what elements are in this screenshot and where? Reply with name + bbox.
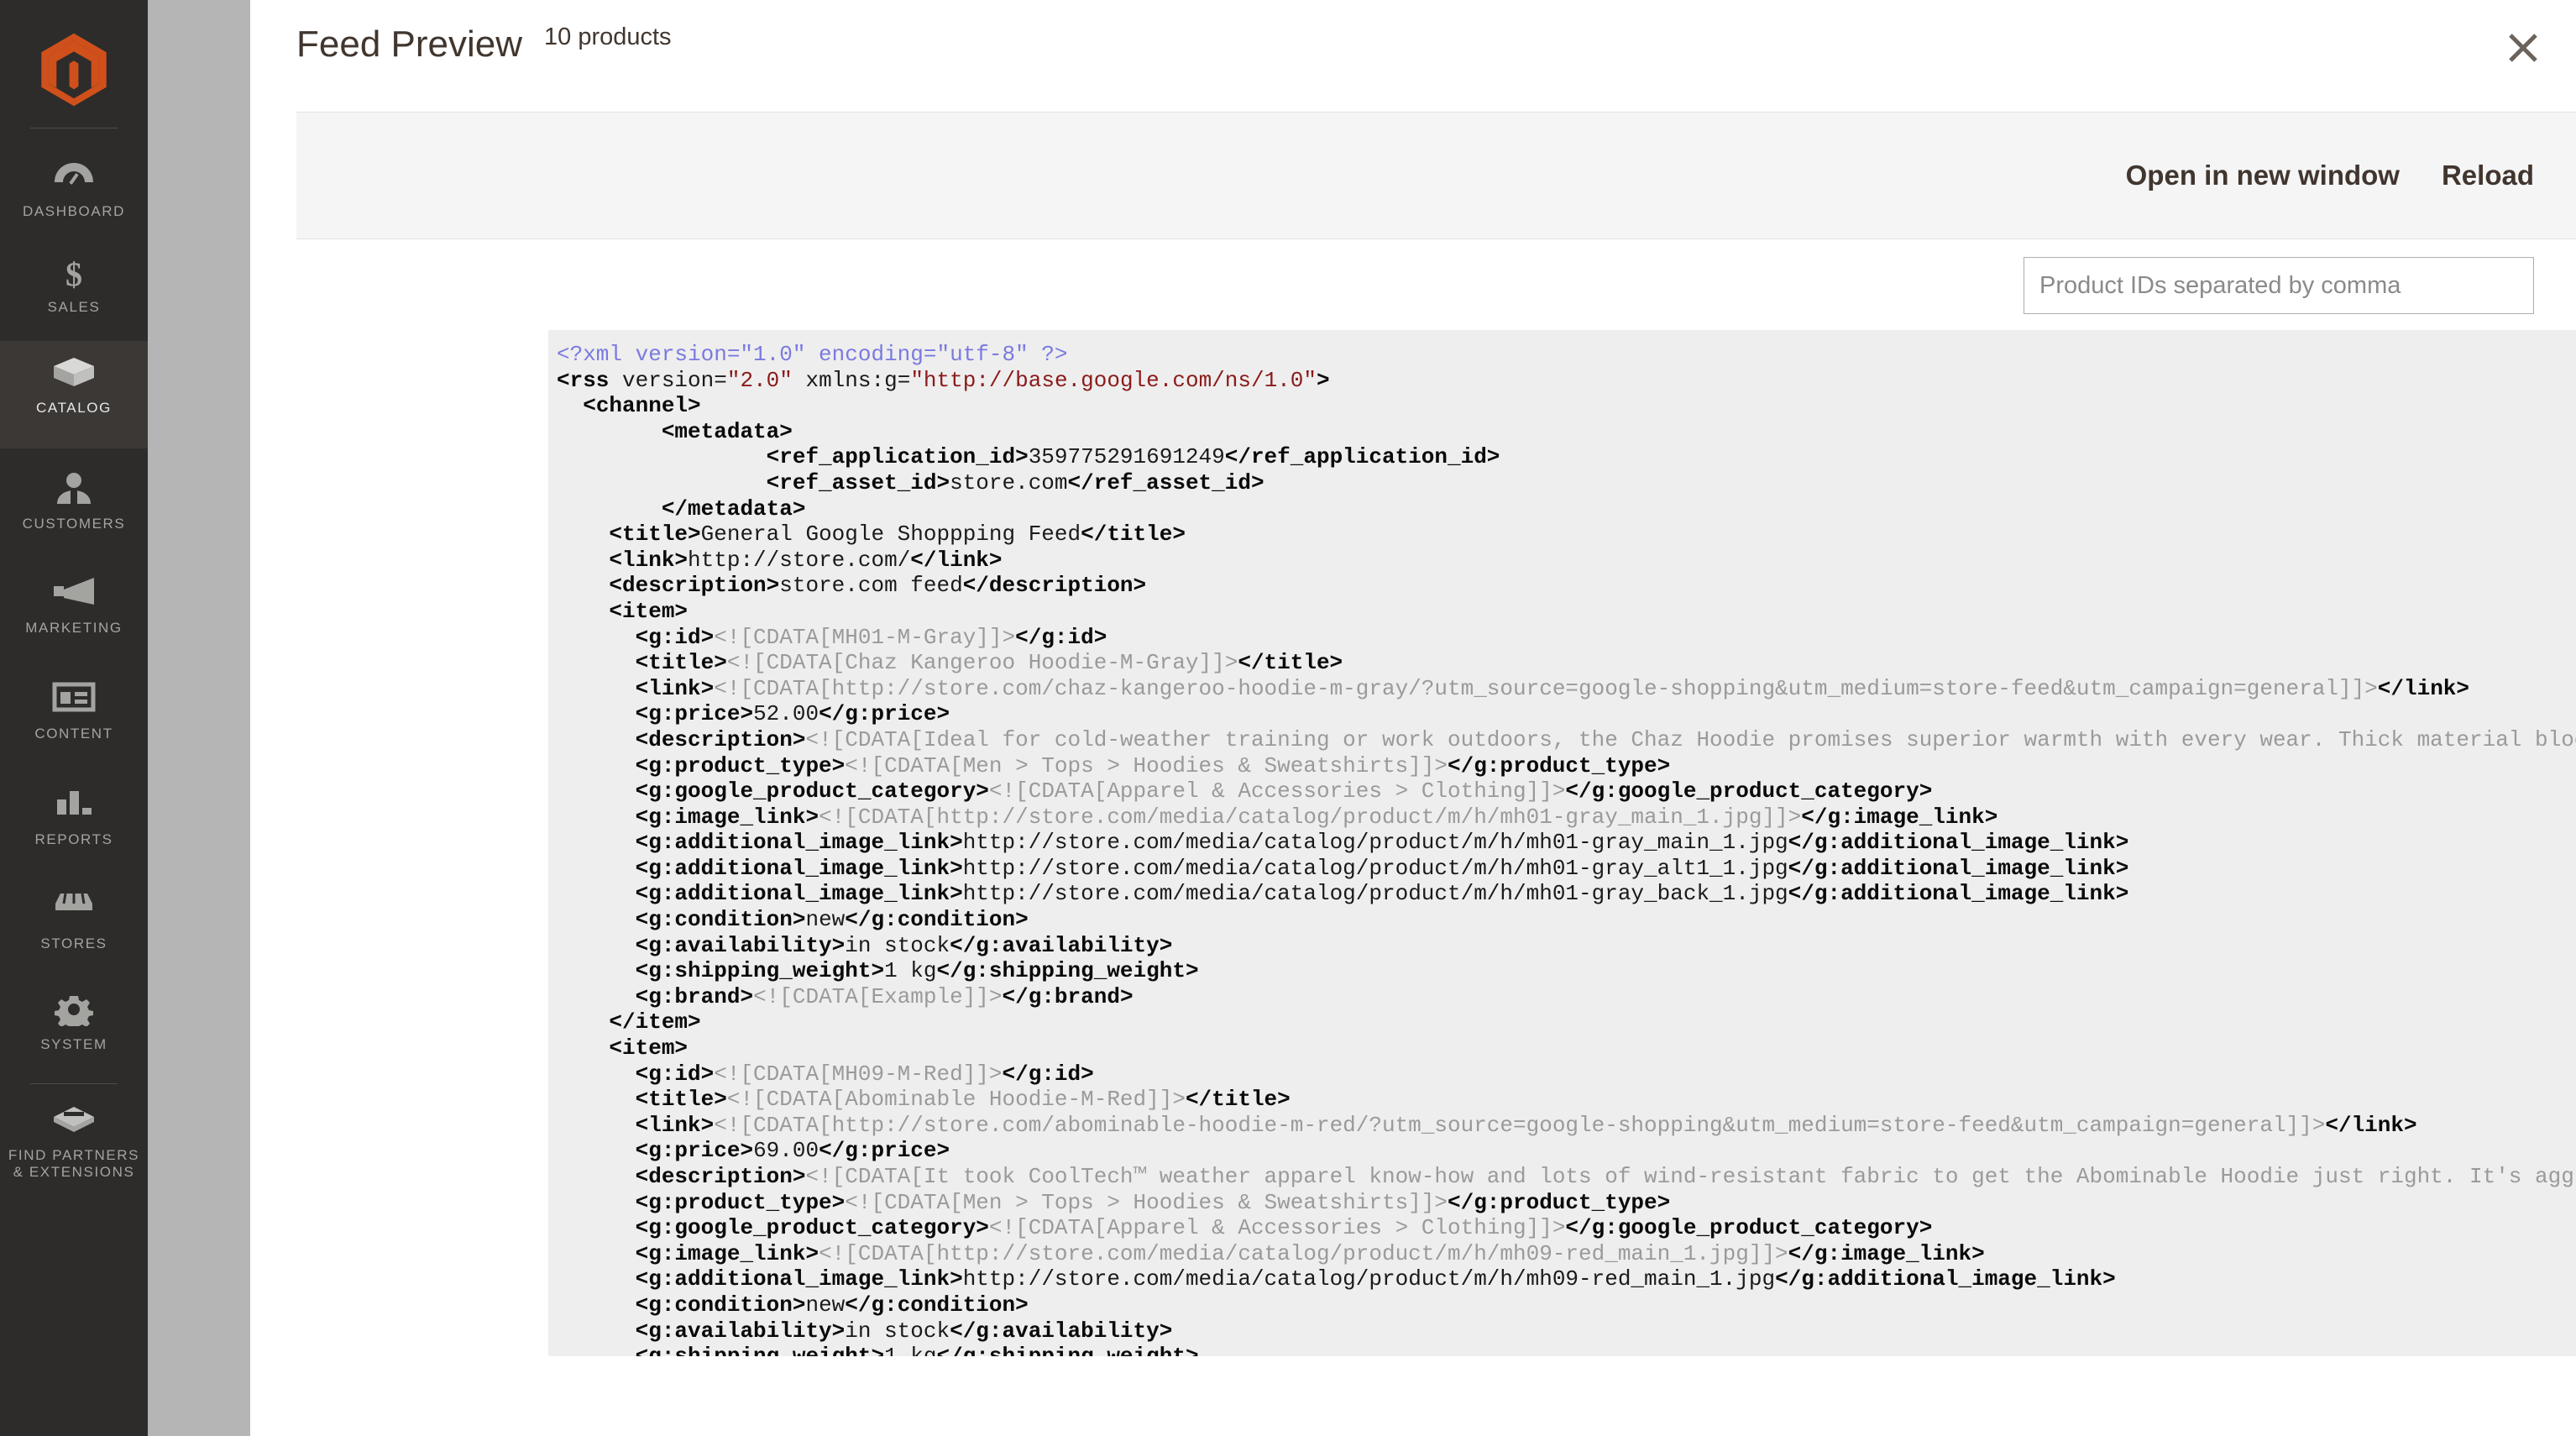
- screen: FE Fe C Fi G S FT A H: [0, 0, 2576, 1436]
- product-ids-input[interactable]: [2024, 257, 2534, 314]
- dollar-sign-icon: $: [52, 255, 96, 294]
- sidebar-item-label: CATALOG: [36, 400, 112, 416]
- box-icon: [52, 356, 96, 395]
- open-box-icon: [52, 1103, 96, 1142]
- reload-button[interactable]: Reload: [2442, 160, 2534, 191]
- sidebar-item-dashboard[interactable]: DASHBOARD: [0, 148, 148, 240]
- feed-xml-code: <?xml version="1.0" encoding="utf-8" ?> …: [557, 342, 2576, 1369]
- sidebar-item-label: MARKETING: [25, 620, 123, 636]
- admin-sidebar: DASHBOARD $ SALES CATALOG CUSTOMERS MARK…: [0, 0, 148, 1436]
- close-icon[interactable]: [2494, 18, 2552, 77]
- page-title: Feed Preview: [296, 24, 523, 65]
- sidebar-item-label: STORES: [40, 935, 107, 951]
- sidebar-divider-bottom: [30, 1083, 118, 1084]
- dashboard-gauge-icon: [52, 160, 96, 198]
- sidebar-item-label: FIND PARTNERS & EXTENSIONS: [8, 1147, 140, 1180]
- filter-row: [296, 239, 2576, 332]
- sidebar-item-content[interactable]: CONTENT: [0, 668, 148, 763]
- svg-text:$: $: [65, 255, 82, 292]
- open-in-new-window-button[interactable]: Open in new window: [2126, 160, 2400, 191]
- sidebar-item-marketing[interactable]: MARKETING: [0, 564, 148, 658]
- magento-logo-icon[interactable]: [36, 32, 112, 107]
- megaphone-icon: [52, 576, 96, 615]
- layout-icon: [52, 682, 96, 721]
- sidebar-item-label: DASHBOARD: [22, 203, 126, 219]
- bar-chart-icon: [52, 788, 96, 826]
- product-count-label: 10 products: [544, 24, 672, 50]
- storefront-icon: [52, 892, 96, 930]
- people-icon: [52, 472, 96, 511]
- preview-toolbar: Open in new window Reload: [296, 112, 2576, 239]
- sidebar-item-sales[interactable]: $ SALES: [0, 245, 148, 336]
- modal-footer-space: [250, 1356, 2576, 1436]
- feed-preview-modal: Feed Preview 10 products Open in new win…: [250, 0, 2576, 1436]
- sidebar-item-label: SALES: [47, 299, 101, 315]
- sidebar-item-reports[interactable]: REPORTS: [0, 773, 148, 867]
- sidebar-item-label: CUSTOMERS: [22, 516, 126, 532]
- sidebar-item-label: REPORTS: [34, 831, 113, 847]
- sidebar-item-label: SYSTEM: [40, 1036, 107, 1052]
- gear-icon: [52, 993, 96, 1031]
- sidebar-item-label: CONTENT: [34, 726, 113, 742]
- sidebar-item-customers[interactable]: CUSTOMERS: [0, 462, 148, 554]
- modal-header: Feed Preview 10 products: [250, 0, 2576, 112]
- sidebar-item-system[interactable]: SYSTEM: [0, 981, 148, 1075]
- sidebar-item-stores[interactable]: STORES: [0, 877, 148, 971]
- sidebar-item-catalog[interactable]: CATALOG: [0, 341, 148, 448]
- feed-xml-preview[interactable]: <?xml version="1.0" encoding="utf-8" ?> …: [548, 330, 2576, 1381]
- sidebar-item-find-partners[interactable]: FIND PARTNERS & EXTENSIONS: [0, 1092, 148, 1218]
